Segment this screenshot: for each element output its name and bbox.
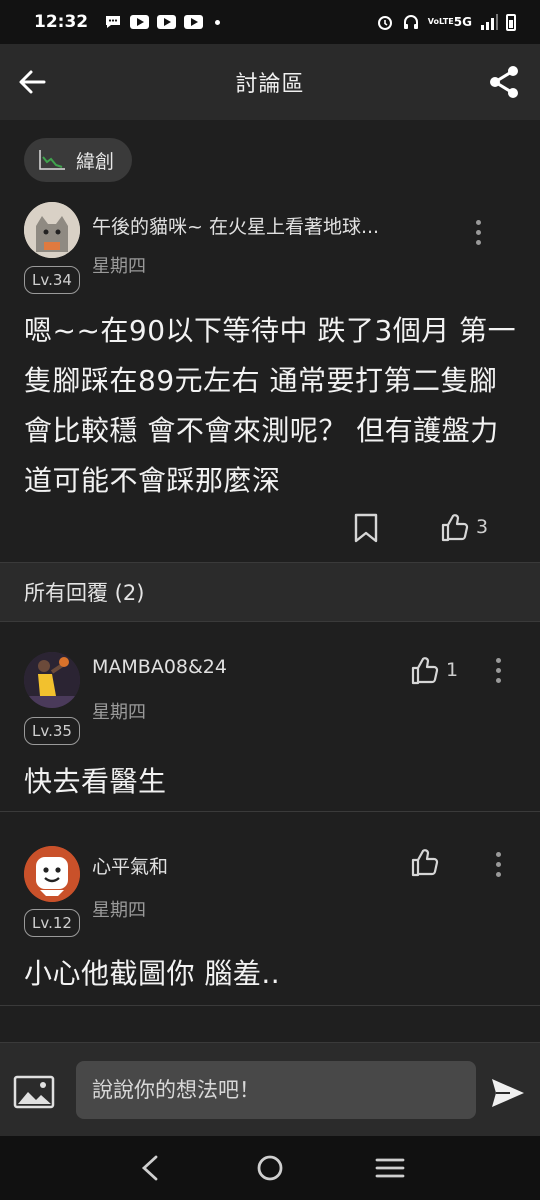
page-title: 討論區 <box>235 72 305 97</box>
back-button[interactable] <box>12 62 52 102</box>
bookmark-icon <box>354 513 378 543</box>
reply-like-button[interactable] <box>410 847 446 877</box>
cat-avatar-icon <box>24 202 80 258</box>
reply-author-avatar[interactable] <box>24 846 80 902</box>
headphones-icon <box>403 15 418 29</box>
post-body: 嗯~~在90以下等待中 跌了3個月 第一隻腳踩在89元左右 通常要打第二隻腳會比… <box>24 314 517 497</box>
reply-like-count: 1 <box>446 659 459 681</box>
author-avatar[interactable] <box>24 202 80 258</box>
signal-icon <box>481 14 498 30</box>
youtube-notification-icon <box>130 15 150 29</box>
status-bar: 12:32 VoLTE 5G <box>0 0 540 44</box>
comment-bar <box>0 1042 540 1136</box>
stock-tag-chip[interactable]: 緯創 <box>24 138 133 182</box>
youtube-notification-icon <box>157 15 177 29</box>
reply-author-level-badge: Lv.35 <box>24 717 80 745</box>
network-label: 5G <box>453 15 472 29</box>
reply-more-menu-button[interactable] <box>486 847 510 881</box>
post-more-menu-button[interactable] <box>466 215 490 249</box>
chat-notification-icon <box>104 14 122 30</box>
app-bar: 討論區 <box>0 44 540 120</box>
thumbs-up-icon <box>411 849 439 877</box>
status-time: 12:32 <box>34 12 89 32</box>
reply-more-menu-button[interactable] <box>486 653 510 687</box>
reply-author-level-badge: Lv.12 <box>24 909 80 937</box>
alarm-icon <box>377 16 392 30</box>
reply-author-name[interactable]: 心平氣和 <box>92 852 168 879</box>
send-button[interactable] <box>488 1073 528 1113</box>
back-arrow-icon <box>19 70 46 94</box>
replies-count-label: 所有回覆 (2) <box>24 581 145 605</box>
notification-icons <box>104 14 221 30</box>
system-navigation-bar <box>0 1136 540 1200</box>
reply-text: 小心他截圖你 腦羞.. <box>24 957 281 990</box>
reply-item: Lv.12 心平氣和 星期四 小心他截圖你 腦羞.. <box>0 812 540 1006</box>
reply-author-name[interactable]: MAMBA08&24 <box>92 656 227 678</box>
nav-back-icon <box>141 1155 158 1181</box>
more-notifications-dot-icon <box>215 19 221 25</box>
reply-text: 快去看醫生 <box>24 765 167 798</box>
nav-back-button[interactable] <box>130 1148 170 1188</box>
reply-date: 星期四 <box>92 702 146 723</box>
smiley-avatar-icon <box>24 846 80 902</box>
author-level-badge: Lv.34 <box>24 266 80 294</box>
send-icon <box>492 1079 524 1107</box>
nav-home-icon <box>257 1155 283 1181</box>
author-name[interactable]: 午後的貓咪~ 在火星上看著地球... <box>92 212 379 239</box>
thumbs-up-icon <box>411 657 439 685</box>
share-icon <box>490 66 518 98</box>
volte-label: VoLTE <box>427 17 454 26</box>
nav-recents-button[interactable] <box>370 1148 410 1188</box>
reply-item: Lv.35 MAMBA08&24 星期四 1 快去看醫生 <box>0 622 540 812</box>
replies-section-header: 所有回覆 (2) <box>0 562 540 622</box>
share-button[interactable] <box>484 62 524 102</box>
stock-tag-label: 緯創 <box>76 150 115 173</box>
reply-date: 星期四 <box>92 900 146 921</box>
post-like-button[interactable]: 3 <box>440 512 488 542</box>
nav-menu-icon <box>375 1158 405 1178</box>
basketball-player-avatar-icon <box>24 652 80 708</box>
bookmark-button[interactable] <box>348 510 384 546</box>
image-icon <box>13 1075 55 1109</box>
comment-input[interactable] <box>76 1061 476 1119</box>
battery-icon <box>506 13 516 31</box>
system-status-icons: VoLTE 5G <box>376 13 516 31</box>
stock-chart-icon <box>39 150 65 170</box>
attach-image-button[interactable] <box>12 1073 56 1111</box>
thumbs-up-icon <box>441 514 469 542</box>
original-post: 緯創 Lv.34 午後的貓咪~ 在火星上看著地球... 星期四 嗯~~在90以下… <box>0 120 540 562</box>
reply-like-button[interactable]: 1 <box>410 655 458 685</box>
reply-author-avatar[interactable] <box>24 652 80 708</box>
post-like-count: 3 <box>476 516 489 538</box>
nav-home-button[interactable] <box>250 1148 290 1188</box>
post-date: 星期四 <box>92 256 146 277</box>
youtube-notification-icon <box>184 15 204 29</box>
